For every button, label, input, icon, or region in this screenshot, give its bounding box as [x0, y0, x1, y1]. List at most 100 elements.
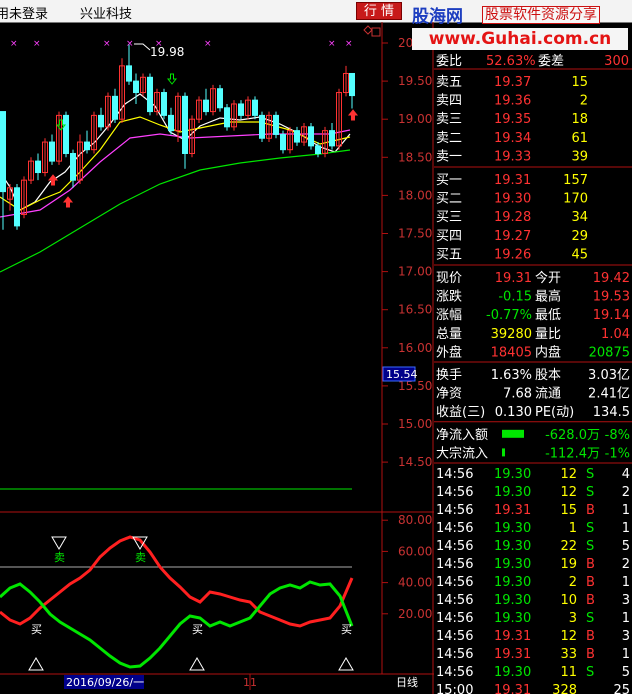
stat-label: 外盘 — [436, 344, 462, 360]
y-tick-label: 17.00 — [398, 265, 432, 279]
ma60-line — [0, 149, 351, 273]
candle-down — [252, 99, 258, 116]
weicha-value: 300 — [604, 54, 629, 69]
high-price-label: 19.98 — [150, 45, 184, 59]
tick-count: 1 — [622, 575, 630, 590]
flow-value: -112.4万 — [545, 446, 600, 461]
tick-price: 19.30 — [494, 557, 531, 572]
tick-price: 19.30 — [494, 539, 531, 554]
candle-down — [308, 126, 314, 147]
buy-triangle-icon — [189, 657, 205, 671]
tick-volume: 22 — [560, 539, 577, 554]
period-label[interactable]: 日线 — [396, 675, 418, 689]
tick-time: 14:56 — [436, 539, 473, 554]
tick-price: 19.30 — [494, 467, 531, 482]
signal-x-marker: × — [204, 39, 212, 49]
stat-label: 内盘 — [535, 344, 561, 360]
tick-count: 3 — [622, 593, 630, 608]
tick-count: 1 — [622, 521, 630, 536]
chart-area[interactable]: 20 19.50 19.00 18.50 18.00 17.50 17.00 16.50 16.… — [0, 22, 434, 694]
sell-label: 卖 — [54, 551, 65, 564]
tick-volume: 15 — [560, 503, 577, 518]
tick-price: 19.31 — [494, 503, 531, 518]
stat-label: 最高 — [535, 289, 561, 305]
book-volume: 61 — [571, 131, 588, 146]
tick-price: 19.30 — [494, 575, 531, 590]
buy-arrow-icon — [347, 109, 359, 121]
tick-time: 14:56 — [436, 485, 473, 500]
stock-name: 兴业科技 — [80, 7, 133, 22]
book-label: 买五 — [436, 247, 462, 262]
tick-time: 14:56 — [436, 611, 473, 626]
finance-label: 股本 — [535, 368, 561, 383]
login-status[interactable]: 用未登录 — [0, 3, 48, 22]
book-label: 卖四 — [436, 94, 462, 109]
finance-value: 1.63% — [491, 368, 532, 383]
tick-count: 1 — [622, 503, 630, 518]
date-label: 2016/09/26/一 — [66, 676, 144, 689]
book-label: 卖三 — [436, 112, 462, 127]
tick-price: 19.31 — [494, 683, 531, 694]
candle-down — [35, 160, 41, 174]
buy-label: 买 — [341, 623, 352, 636]
y-tick-label: 18.00 — [398, 188, 432, 202]
candle-down — [217, 88, 223, 109]
book-volume: 2 — [580, 94, 588, 109]
book-volume: 15 — [571, 75, 588, 90]
sell-label: 卖 — [135, 551, 146, 564]
y-tick-label: 60.00 — [398, 544, 432, 558]
tick-volume: 11 — [560, 665, 577, 680]
stat-label: 最低 — [535, 308, 561, 323]
book-price: 19.30 — [494, 192, 531, 207]
book-volume: 18 — [571, 112, 588, 127]
stat-label: 量比 — [535, 327, 561, 342]
book-label: 卖二 — [436, 131, 462, 146]
tick-side: B — [586, 503, 595, 518]
candle-down — [259, 114, 265, 139]
site-url: www.Guhai.com.cn — [412, 28, 628, 50]
flow-pct: -1% — [605, 446, 630, 461]
tick-volume: 12 — [560, 467, 577, 482]
y-tick-label: 20.00 — [398, 607, 432, 621]
candle-down — [329, 130, 335, 147]
tick-side: B — [586, 593, 595, 608]
tick-count: 1 — [622, 647, 630, 662]
tick-count: 4 — [622, 467, 630, 482]
tick-time: 14:56 — [436, 629, 473, 644]
book-label: 卖一 — [436, 149, 462, 164]
tick-count: 5 — [622, 665, 630, 680]
book-price: 19.36 — [494, 94, 531, 109]
stat-value: 19.53 — [593, 290, 630, 305]
book-price: 19.35 — [494, 112, 531, 127]
candle-down — [14, 187, 20, 227]
signal-x-marker: × — [33, 39, 41, 49]
book-price: 19.28 — [494, 210, 531, 225]
tick-price: 19.31 — [494, 629, 531, 644]
flow-bar — [502, 448, 505, 457]
stat-value: 19.31 — [495, 271, 532, 286]
tick-time: 14:56 — [436, 557, 473, 572]
stat-label: 涨跌 — [436, 289, 462, 305]
finance-label: PE(动) — [535, 405, 574, 420]
candle-down — [182, 95, 188, 154]
tick-count: 25 — [613, 683, 630, 694]
tick-side: S — [586, 611, 594, 626]
candle-down — [147, 76, 153, 113]
tick-price: 19.30 — [494, 665, 531, 680]
book-volume: 39 — [571, 149, 588, 164]
signal-x-marker: × — [126, 39, 134, 49]
finance-label: 换手 — [436, 368, 462, 383]
signal-x-marker: × — [103, 39, 111, 49]
tick-price: 19.30 — [494, 611, 531, 626]
finance-value: 3.03亿 — [588, 368, 630, 383]
quote-button[interactable]: 行 情 — [356, 2, 402, 20]
book-price: 19.31 — [494, 173, 531, 188]
flow-bar — [502, 429, 524, 438]
book-price: 19.37 — [494, 75, 531, 90]
flow-pct: -8% — [605, 428, 630, 443]
book-price: 19.26 — [494, 247, 531, 262]
candle-down — [98, 114, 104, 128]
diamond-icon — [363, 25, 373, 35]
candle-down — [49, 141, 55, 162]
tick-price: 19.30 — [494, 593, 531, 608]
